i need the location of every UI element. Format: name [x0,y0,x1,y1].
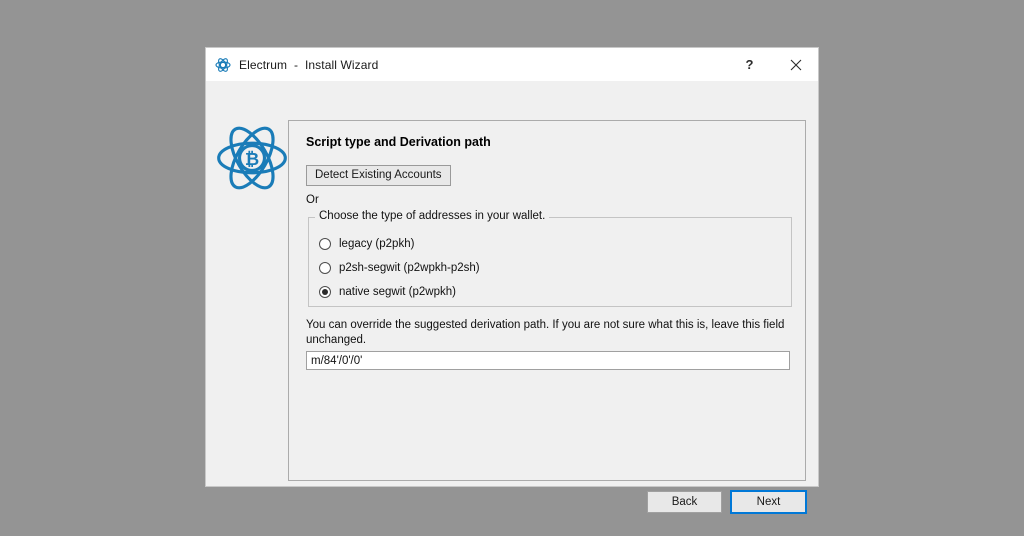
address-type-group-legend: Choose the type of addresses in your wal… [315,210,549,222]
install-wizard-window: Electrum - Install Wizard ? ₿ Script typ… [206,48,818,486]
close-button[interactable] [773,48,818,81]
window-title: Electrum - Install Wizard [239,58,378,72]
electrum-atom-icon [215,57,231,73]
help-button[interactable]: ? [727,48,772,81]
radio-mark-native-segwit[interactable] [319,286,331,298]
page-title: Script type and Derivation path [306,135,491,149]
detect-existing-accounts-button[interactable]: Detect Existing Accounts [306,165,451,186]
next-button[interactable]: Next [731,491,806,513]
window-body: ₿ Script type and Derivation path Detect… [206,81,818,486]
derivation-path-description: You can override the suggested derivatio… [306,318,793,348]
radio-option-p2sh-segwit[interactable]: p2sh-segwit (p2wpkh-p2sh) [319,260,480,276]
derivation-path-input[interactable] [306,351,790,370]
radio-option-native-segwit[interactable]: native segwit (p2wpkh) [319,284,456,300]
radio-label-native-segwit: native segwit (p2wpkh) [339,286,456,298]
bitcoin-symbol: ₿ [245,149,259,169]
radio-option-legacy[interactable]: legacy (p2pkh) [319,236,414,252]
close-icon [790,59,802,71]
help-icon: ? [746,57,754,72]
address-type-group: Choose the type of addresses in your wal… [308,217,792,307]
radio-label-p2sh-segwit: p2sh-segwit (p2wpkh-p2sh) [339,262,480,274]
radio-mark-legacy[interactable] [319,238,331,250]
back-button[interactable]: Back [647,491,722,513]
electrum-logo: ₿ [215,121,289,195]
radio-label-legacy: legacy (p2pkh) [339,238,414,250]
or-label: Or [306,194,319,206]
content-panel: Script type and Derivation path Detect E… [288,120,806,481]
title-bar: Electrum - Install Wizard ? [206,48,818,81]
radio-mark-p2sh-segwit[interactable] [319,262,331,274]
wizard-footer: Back Next [647,491,806,513]
